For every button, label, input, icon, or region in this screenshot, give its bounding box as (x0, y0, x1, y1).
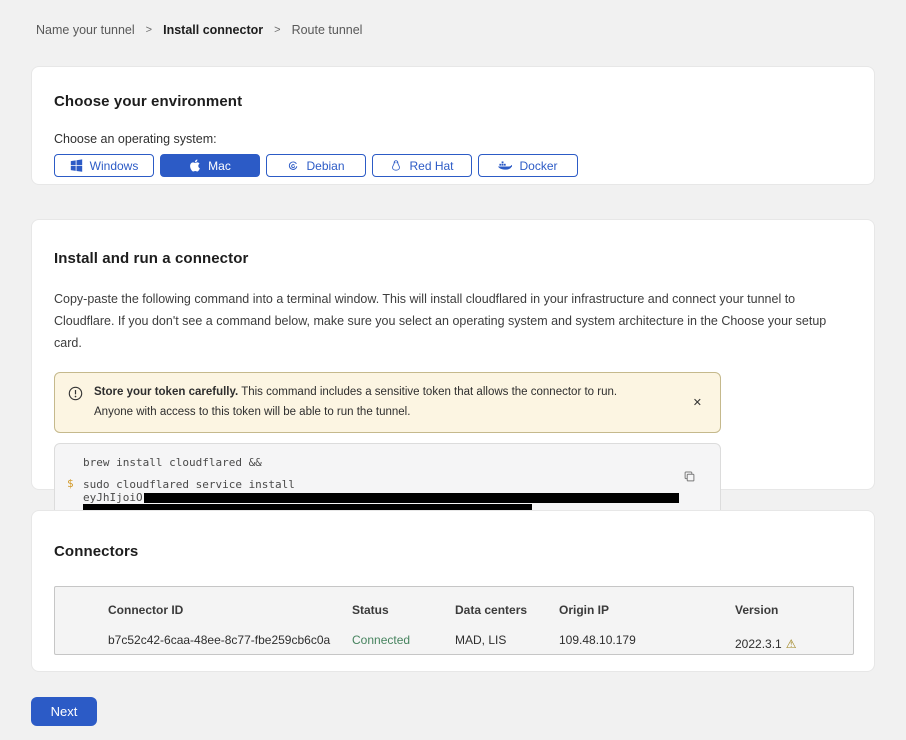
command-line-brew: brew install cloudflared && (83, 457, 720, 468)
column-header-version: Version (735, 603, 853, 624)
connectors-card-title: Connectors (54, 543, 852, 560)
os-button-label: Debian (306, 159, 344, 173)
version-value: 2022.3.1 ⚠ (735, 633, 853, 654)
linux-penguin-icon (390, 159, 402, 172)
breadcrumb: Name your tunnel > Install connector > R… (36, 23, 362, 37)
column-header-data-centers: Data centers (455, 603, 559, 624)
install-instructions: Copy-paste the following command into a … (54, 289, 850, 355)
breadcrumb-separator: > (274, 24, 280, 36)
connectors-table: Connector ID Status Data centers Origin … (54, 586, 854, 655)
token-line: eyJhIjoiO (83, 492, 720, 503)
copy-icon[interactable] (683, 470, 696, 486)
os-button-group: Windows Mac Debian (54, 154, 852, 177)
environment-card-title: Choose your environment (54, 93, 852, 110)
data-centers-value: MAD, LIS (455, 633, 559, 654)
install-connector-card: Install and run a connector Copy-paste t… (31, 219, 875, 490)
debian-swirl-icon (287, 160, 299, 172)
os-button-docker[interactable]: Docker (478, 154, 578, 177)
redacted-token-bar (144, 493, 679, 503)
connector-id-value: b7c52c42-6caa-48ee-8c77-fbe259cb6c0a (108, 633, 352, 654)
os-select-label: Choose an operating system: (54, 132, 852, 146)
breadcrumb-step-name-your-tunnel[interactable]: Name your tunnel (36, 23, 135, 37)
next-button[interactable]: Next (31, 697, 97, 726)
connectors-card: Connectors Connector ID Status Data cent… (31, 510, 875, 672)
column-header-origin-ip: Origin IP (559, 603, 735, 624)
column-header-connector-id: Connector ID (108, 603, 352, 624)
shell-prompt: $ (67, 478, 74, 489)
os-button-label: Windows (90, 159, 139, 173)
warning-triangle-icon: ⚠ (786, 638, 797, 650)
close-icon[interactable]: ✕ (687, 392, 708, 413)
docker-whale-icon (498, 160, 512, 171)
os-button-windows[interactable]: Windows (54, 154, 154, 177)
environment-card: Choose your environment Choose an operat… (31, 66, 875, 185)
breadcrumb-step-route-tunnel[interactable]: Route tunnel (292, 23, 363, 37)
status-badge: Connected (352, 633, 455, 654)
origin-ip-value: 109.48.10.179 (559, 633, 735, 654)
token-warning-banner: Store your token carefully. This command… (54, 372, 721, 433)
os-button-label: Red Hat (409, 159, 453, 173)
os-button-debian[interactable]: Debian (266, 154, 366, 177)
column-header-status: Status (352, 603, 455, 624)
token-prefix: eyJhIjoiO (83, 492, 143, 503)
breadcrumb-separator: > (146, 24, 152, 36)
info-circle-icon (68, 386, 83, 406)
os-button-label: Docker (519, 159, 557, 173)
token-warning-text: Store your token carefully. This command… (94, 382, 654, 423)
command-line-sudo: sudo cloudflared service install (83, 479, 720, 490)
os-button-mac[interactable]: Mac (160, 154, 260, 177)
token-warning-bold: Store your token carefully. (94, 386, 238, 398)
windows-logo-icon (70, 159, 83, 172)
apple-logo-icon (189, 159, 201, 172)
breadcrumb-step-install-connector[interactable]: Install connector (163, 23, 263, 37)
os-button-redhat[interactable]: Red Hat (372, 154, 472, 177)
os-button-label: Mac (208, 159, 231, 173)
install-card-title: Install and run a connector (54, 250, 852, 267)
install-command-block: brew install cloudflared && $ sudo cloud… (54, 443, 721, 516)
